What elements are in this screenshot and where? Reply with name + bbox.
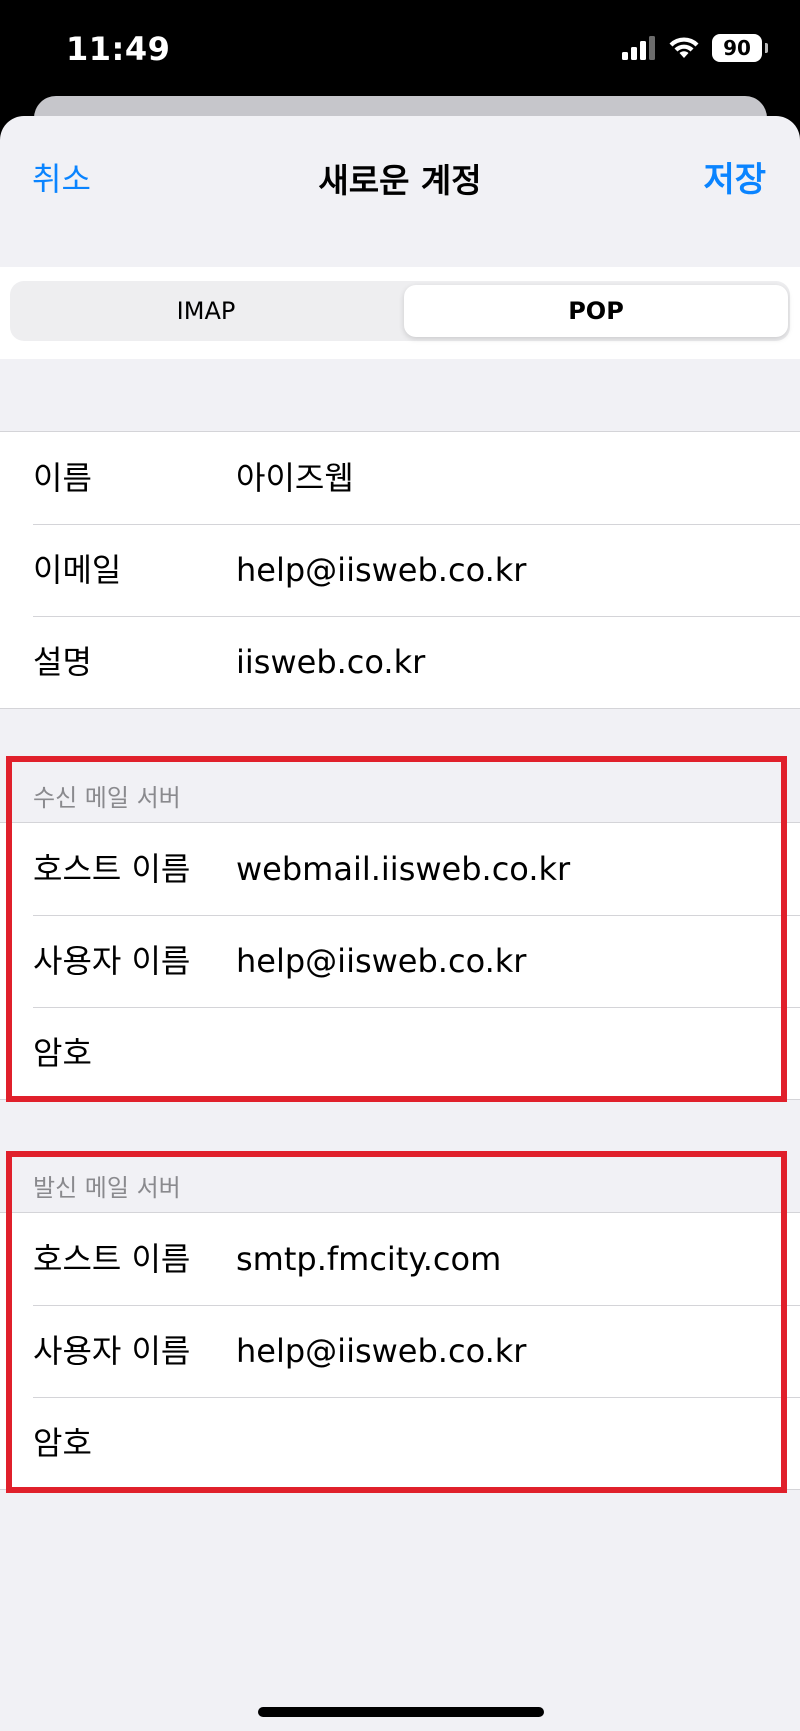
outgoing-username-row[interactable]: 사용자 이름 help@iisweb.co.kr [0,1305,800,1397]
home-indicator [258,1707,544,1717]
incoming-server-group: 호스트 이름 webmail.iisweb.co.kr 사용자 이름 help@… [0,822,800,1100]
save-button[interactable]: 저장 [703,152,766,201]
outgoing-host-row[interactable]: 호스트 이름 smtp.fmcity.com [0,1213,800,1305]
outgoing-host-field[interactable]: smtp.fmcity.com [236,1213,501,1305]
segment-imap[interactable]: IMAP [14,285,398,337]
email-label: 이메일 [33,551,122,589]
new-account-sheet: 취소 새로운 계정 저장 IMAP POP 이름 아이즈웹 이메일 help@i… [0,116,800,1731]
name-label: 이름 [33,459,92,497]
outgoing-username-label: 사용자 이름 [33,1332,191,1370]
account-type-band: IMAP POP [0,267,800,359]
description-label: 설명 [33,643,92,681]
status-time: 11:49 [66,30,171,68]
outgoing-host-label: 호스트 이름 [33,1240,191,1278]
incoming-username-label: 사용자 이름 [33,942,191,980]
name-row[interactable]: 이름 아이즈웹 [0,432,800,524]
email-field[interactable]: help@iisweb.co.kr [236,524,526,616]
cellular-signal-icon [622,36,655,60]
email-row[interactable]: 이메일 help@iisweb.co.kr [0,524,800,616]
status-icons: 90 [622,34,768,62]
page-title: 새로운 계정 [318,161,482,200]
incoming-host-field[interactable]: webmail.iisweb.co.kr [236,823,570,915]
outgoing-password-row[interactable]: 암호 [0,1397,800,1489]
segment-pop[interactable]: POP [404,285,788,337]
outgoing-username-field[interactable]: help@iisweb.co.kr [236,1305,526,1397]
outgoing-password-label: 암호 [33,1424,92,1462]
incoming-username-row[interactable]: 사용자 이름 help@iisweb.co.kr [0,915,800,1007]
description-row[interactable]: 설명 iisweb.co.kr [0,616,800,708]
incoming-server-header-label: 수신 메일 서버 [33,784,181,812]
name-field[interactable]: 아이즈웹 [236,432,354,524]
description-field[interactable]: iisweb.co.kr [236,616,425,708]
status-bar: 11:49 90 [0,0,800,96]
account-type-segmented-control: IMAP POP [10,281,790,341]
battery-icon: 90 [712,34,768,62]
outgoing-server-header: 발신 메일 서버 [0,1148,800,1212]
incoming-server-header: 수신 메일 서버 [0,758,800,822]
incoming-host-label: 호스트 이름 [33,850,191,888]
battery-level: 90 [723,36,751,60]
incoming-host-row[interactable]: 호스트 이름 webmail.iisweb.co.kr [0,823,800,915]
outgoing-server-header-label: 발신 메일 서버 [33,1174,181,1202]
incoming-username-field[interactable]: help@iisweb.co.kr [236,915,526,1007]
incoming-password-label: 암호 [33,1034,92,1072]
outgoing-server-group: 호스트 이름 smtp.fmcity.com 사용자 이름 help@iiswe… [0,1212,800,1490]
incoming-password-row[interactable]: 암호 [0,1007,800,1099]
account-info-group: 이름 아이즈웹 이메일 help@iisweb.co.kr 설명 iisweb.… [0,431,800,709]
navigation-bar: 취소 새로운 계정 저장 [0,116,800,266]
wifi-icon [669,37,699,58]
